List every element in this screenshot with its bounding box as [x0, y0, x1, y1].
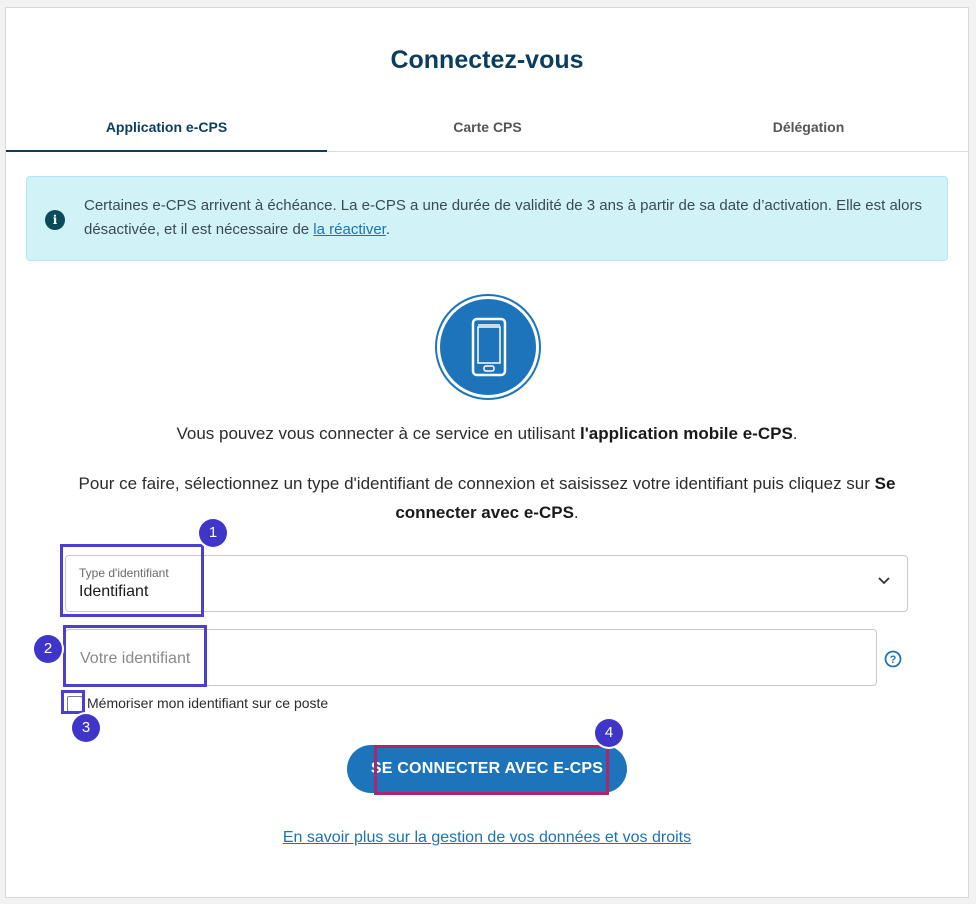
- annotation-box-3: [61, 690, 85, 714]
- tab-application-ecps[interactable]: Application e-CPS: [6, 108, 327, 152]
- annotation-box-1: [60, 544, 204, 617]
- tab-delegation[interactable]: Délégation: [648, 108, 969, 151]
- annotation-box-2: [63, 625, 207, 687]
- tab-carte-cps[interactable]: Carte CPS: [327, 108, 648, 151]
- annotation-badge-1: 1: [199, 519, 227, 547]
- intro-text-after: .: [792, 424, 798, 443]
- info-icon: i: [45, 210, 65, 230]
- help-icon[interactable]: ?: [884, 650, 902, 668]
- annotation-badge-3: 3: [72, 714, 100, 742]
- data-rights-link[interactable]: En savoir plus sur la gestion de vos don…: [6, 829, 968, 847]
- annotation-box-4: [374, 745, 609, 795]
- reactivate-link[interactable]: la réactiver: [313, 221, 386, 238]
- intro-text-before: Vous pouvez vous connecter à ce service …: [176, 424, 580, 443]
- intro-text: Vous pouvez vous connecter à ce service …: [6, 424, 968, 444]
- login-tabs: Application e-CPS Carte CPS Délégation: [6, 108, 968, 152]
- intro-text-bold: l'application mobile e-CPS: [579, 424, 793, 443]
- instructions-text: Pour ce faire, sélectionnez un type d'id…: [56, 469, 918, 527]
- annotation-badge-2: 2: [34, 635, 62, 663]
- instructions-text-after: .: [573, 503, 579, 522]
- svg-text:?: ?: [890, 654, 897, 666]
- alert-text-before: Certaines e-CPS arrivent à échéance. La …: [84, 197, 922, 238]
- smartphone-icon: [437, 296, 539, 398]
- expiration-alert: i Certaines e-CPS arrivent à échéance. L…: [26, 176, 948, 261]
- alert-text-after: .: [385, 221, 391, 238]
- annotation-badge-4: 4: [595, 719, 623, 747]
- alert-text: Certaines e-CPS arrivent à échéance. La …: [84, 194, 929, 242]
- chevron-down-icon: [878, 577, 890, 585]
- remember-label: Mémoriser mon identifiant sur ce poste: [87, 695, 329, 711]
- instructions-text-before: Pour ce faire, sélectionnez un type d'id…: [78, 474, 875, 493]
- page-title: Connectez-vous: [390, 46, 584, 74]
